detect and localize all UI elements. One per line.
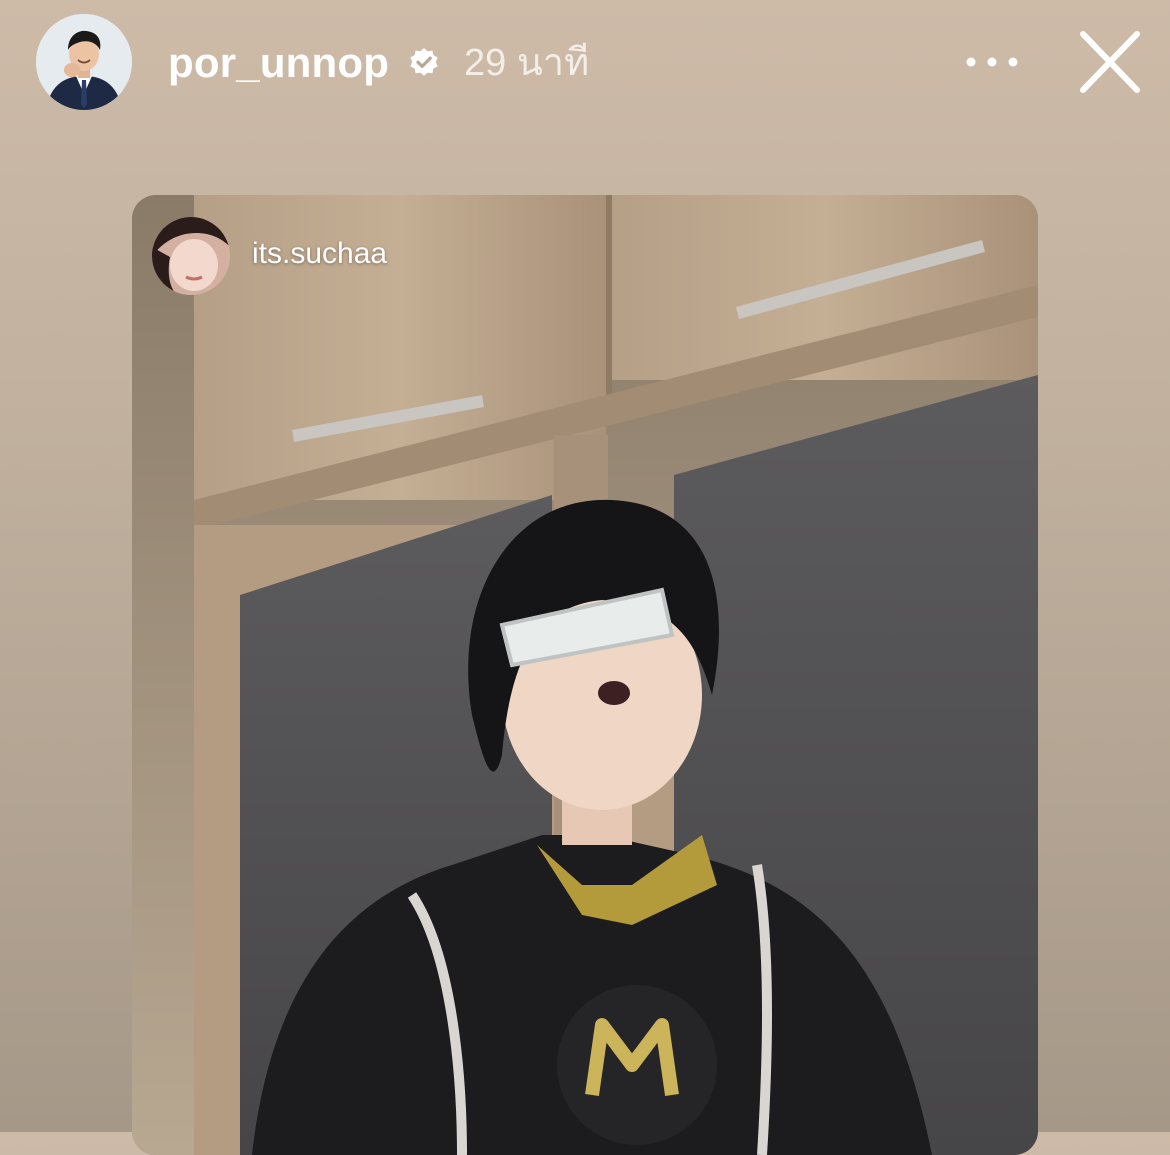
- story-header: por_unnop 29 นาที: [0, 0, 1170, 130]
- close-story-button[interactable]: [1074, 30, 1146, 96]
- reshared-author-avatar-image: [152, 217, 230, 295]
- more-dots-icon: [966, 57, 1018, 67]
- more-options-button[interactable]: [958, 44, 1026, 80]
- reshared-author-username[interactable]: its.suchaa: [252, 235, 387, 273]
- profile-avatar[interactable]: [36, 14, 132, 110]
- verified-badge-icon: [408, 47, 440, 79]
- story-timestamp: 29 นาที: [464, 42, 590, 84]
- story-username[interactable]: por_unnop: [168, 38, 389, 88]
- reshared-author-avatar[interactable]: [152, 217, 230, 295]
- profile-avatar-image: [36, 14, 132, 110]
- close-icon: [1080, 31, 1140, 93]
- reshared-story-image: [132, 195, 1038, 1155]
- reshared-story-card[interactable]: its.suchaa: [132, 195, 1038, 1155]
